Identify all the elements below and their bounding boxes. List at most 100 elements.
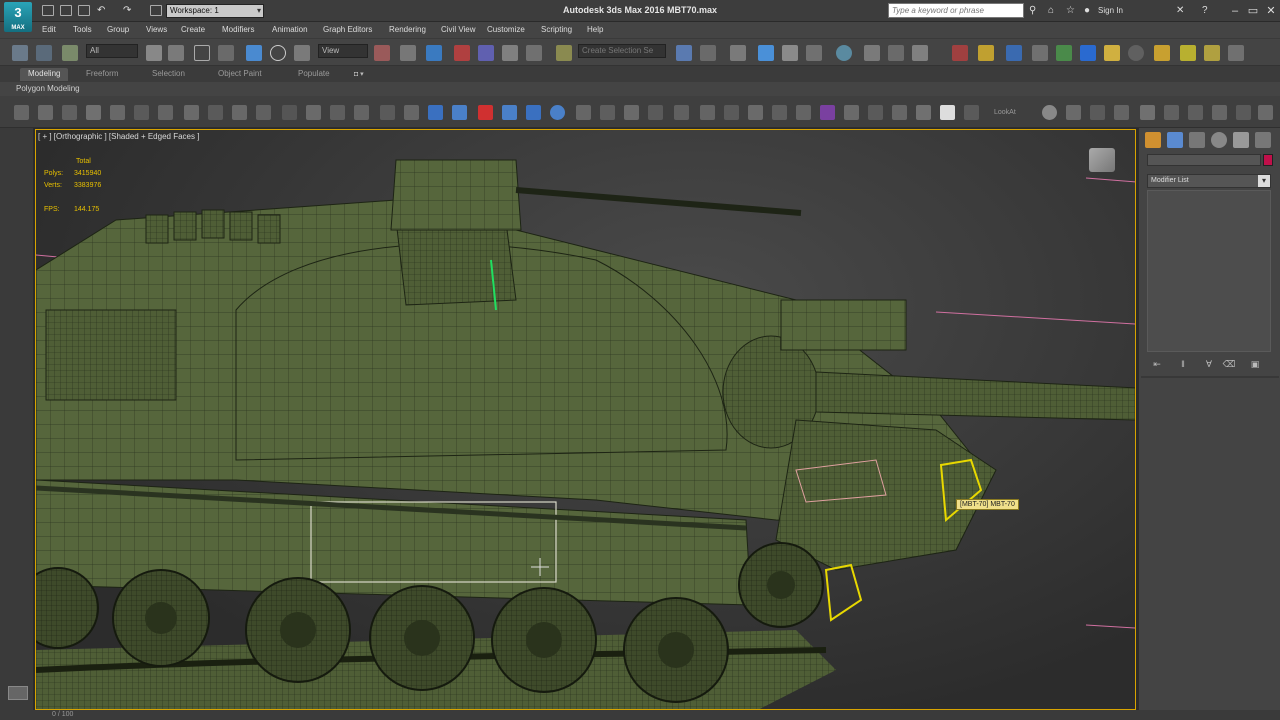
viewport-layout-button[interactable] [8,686,28,700]
menu-scripting[interactable]: Scripting [541,25,572,34]
ribbon-tool-icon[interactable] [306,105,321,120]
mirror-icon[interactable] [676,45,692,61]
utilities-tab-icon[interactable] [1255,132,1271,148]
ribbon-tool-icon[interactable] [184,105,199,120]
ribbon-tool-icon[interactable] [892,105,907,120]
light-lister-icon[interactable] [1056,45,1072,61]
autodesk-materials-icon[interactable] [1080,45,1096,61]
modify-tab-icon[interactable] [1167,132,1183,148]
angle-snap-icon[interactable] [478,45,494,61]
modifier-list-dropdown[interactable]: Modifier List ▾ [1147,174,1271,188]
pivot-center-icon[interactable] [374,45,390,61]
project-folder-icon[interactable] [150,5,162,16]
remove-modifier-icon[interactable]: ⌫ [1221,358,1237,370]
menu-animation[interactable]: Animation [272,25,308,34]
align-icon[interactable] [700,45,716,61]
configure-modifier-sets-icon[interactable]: ▣ [1247,358,1263,370]
ribbon-tool-icon[interactable] [1236,105,1251,120]
chevron-down-icon[interactable]: ▾ [1258,175,1270,187]
help-icon[interactable]: ? [1202,5,1208,16]
select-object-icon[interactable] [146,45,162,61]
ribbon-tool-icon[interactable] [624,105,639,120]
display-tab-icon[interactable] [1233,132,1249,148]
workspace-dropdown[interactable]: Workspace: 1 [166,4,264,18]
ribbon-tool-icon[interactable] [282,105,297,120]
exchange-apps-icon[interactable]: ✕ [1176,5,1184,16]
maxscript-icon[interactable] [940,105,955,120]
ruler-icon[interactable] [978,45,994,61]
ribbon-tool-icon[interactable] [452,105,467,120]
ribbon-tool-icon[interactable] [14,105,29,120]
viewport-tools-icon[interactable] [1006,45,1022,61]
make-unique-icon[interactable]: ∀ [1201,358,1217,370]
batch-render-icon[interactable] [1204,45,1220,61]
ribbon-tool-icon[interactable] [62,105,77,120]
lighting-analysis-icon[interactable] [1154,45,1170,61]
pin-stack-icon[interactable]: ⇤ [1149,358,1165,370]
viewport-label[interactable]: [ + ] [Orthographic ] [Shaded + Edged Fa… [38,132,199,141]
rendered-frame-window-icon[interactable] [888,45,904,61]
paint-deform-icon[interactable] [1032,45,1048,61]
menu-civil-view[interactable]: Civil View [441,25,476,34]
ribbon-tool-icon[interactable] [232,105,247,120]
ribbon-tool-icon[interactable] [502,105,517,120]
menu-create[interactable]: Create [181,25,205,34]
object-name-field[interactable] [1147,154,1261,166]
tab-object-paint[interactable]: Object Paint [210,68,270,81]
object-color-swatch[interactable] [1263,154,1273,166]
window-crossing-icon[interactable] [218,45,234,61]
open-file-icon[interactable] [60,5,72,16]
ribbon-tool-icon[interactable] [110,105,125,120]
render-production-icon[interactable] [912,45,928,61]
communication-center-icon[interactable]: ⌂ [1048,5,1054,16]
object-paint-icon[interactable] [952,45,968,61]
menu-group[interactable]: Group [107,25,129,34]
material-editor-icon[interactable] [836,45,852,61]
ribbon-tool-icon[interactable] [820,105,835,120]
reference-coordinate-dropdown[interactable]: View [318,44,368,58]
percent-snap-icon[interactable] [502,45,518,61]
named-selection-dropdown[interactable]: Create Selection Se [578,44,666,58]
ribbon-tool-icon[interactable] [674,105,689,120]
sphere-icon[interactable] [1128,45,1144,61]
ribbon-tool-icon[interactable] [86,105,101,120]
menu-help[interactable]: Help [587,25,603,34]
ribbon-tool-icon[interactable] [1212,105,1227,120]
ribbon-tool-icon[interactable] [576,105,591,120]
ribbon-minimize-icon[interactable]: ◘ ▾ [354,70,370,78]
tab-populate[interactable]: Populate [290,68,338,81]
ribbon-tool-icon[interactable] [404,105,419,120]
select-and-scale-icon[interactable] [294,45,310,61]
selected-fender[interactable] [824,563,863,622]
curve-editor-icon[interactable] [782,45,798,61]
ribbon-tool-icon[interactable] [796,105,811,120]
ribbon-tool-icon[interactable] [1188,105,1203,120]
ribbon-tool-icon[interactable] [256,105,271,120]
ribbon-tool-icon[interactable] [38,105,53,120]
select-and-move-icon[interactable] [246,45,262,61]
search-input[interactable]: Type a keyword or phrase [888,3,1024,18]
undo-icon[interactable]: ↶ [97,5,105,16]
ribbon-tool-icon[interactable] [868,105,883,120]
ribbon-tool-icon[interactable] [1090,105,1105,120]
spinner-snap-icon[interactable] [526,45,542,61]
redo-icon[interactable]: ↷ [123,5,131,16]
shield-icon[interactable] [1228,45,1244,61]
ribbon-tool-icon[interactable] [550,105,565,120]
ribbon-tool-icon[interactable] [700,105,715,120]
rectangular-selection-icon[interactable] [194,45,210,61]
layer-explorer-icon[interactable] [758,45,774,61]
tab-selection[interactable]: Selection [144,68,193,81]
menu-rendering[interactable]: Rendering [389,25,426,34]
menu-tools[interactable]: Tools [73,25,92,34]
tab-freeform[interactable]: Freeform [78,68,126,81]
ribbon-tool-icon[interactable] [772,105,787,120]
ribbon-tool-icon[interactable] [330,105,345,120]
select-by-name-icon[interactable] [168,45,184,61]
ribbon-tool-icon[interactable] [1164,105,1179,120]
menu-graph-editors[interactable]: Graph Editors [323,25,372,34]
select-and-rotate-icon[interactable] [270,45,286,61]
ribbon-tool-icon[interactable] [1258,105,1273,120]
ribbon-tool-icon[interactable] [380,105,395,120]
ribbon-tool-icon[interactable] [600,105,615,120]
